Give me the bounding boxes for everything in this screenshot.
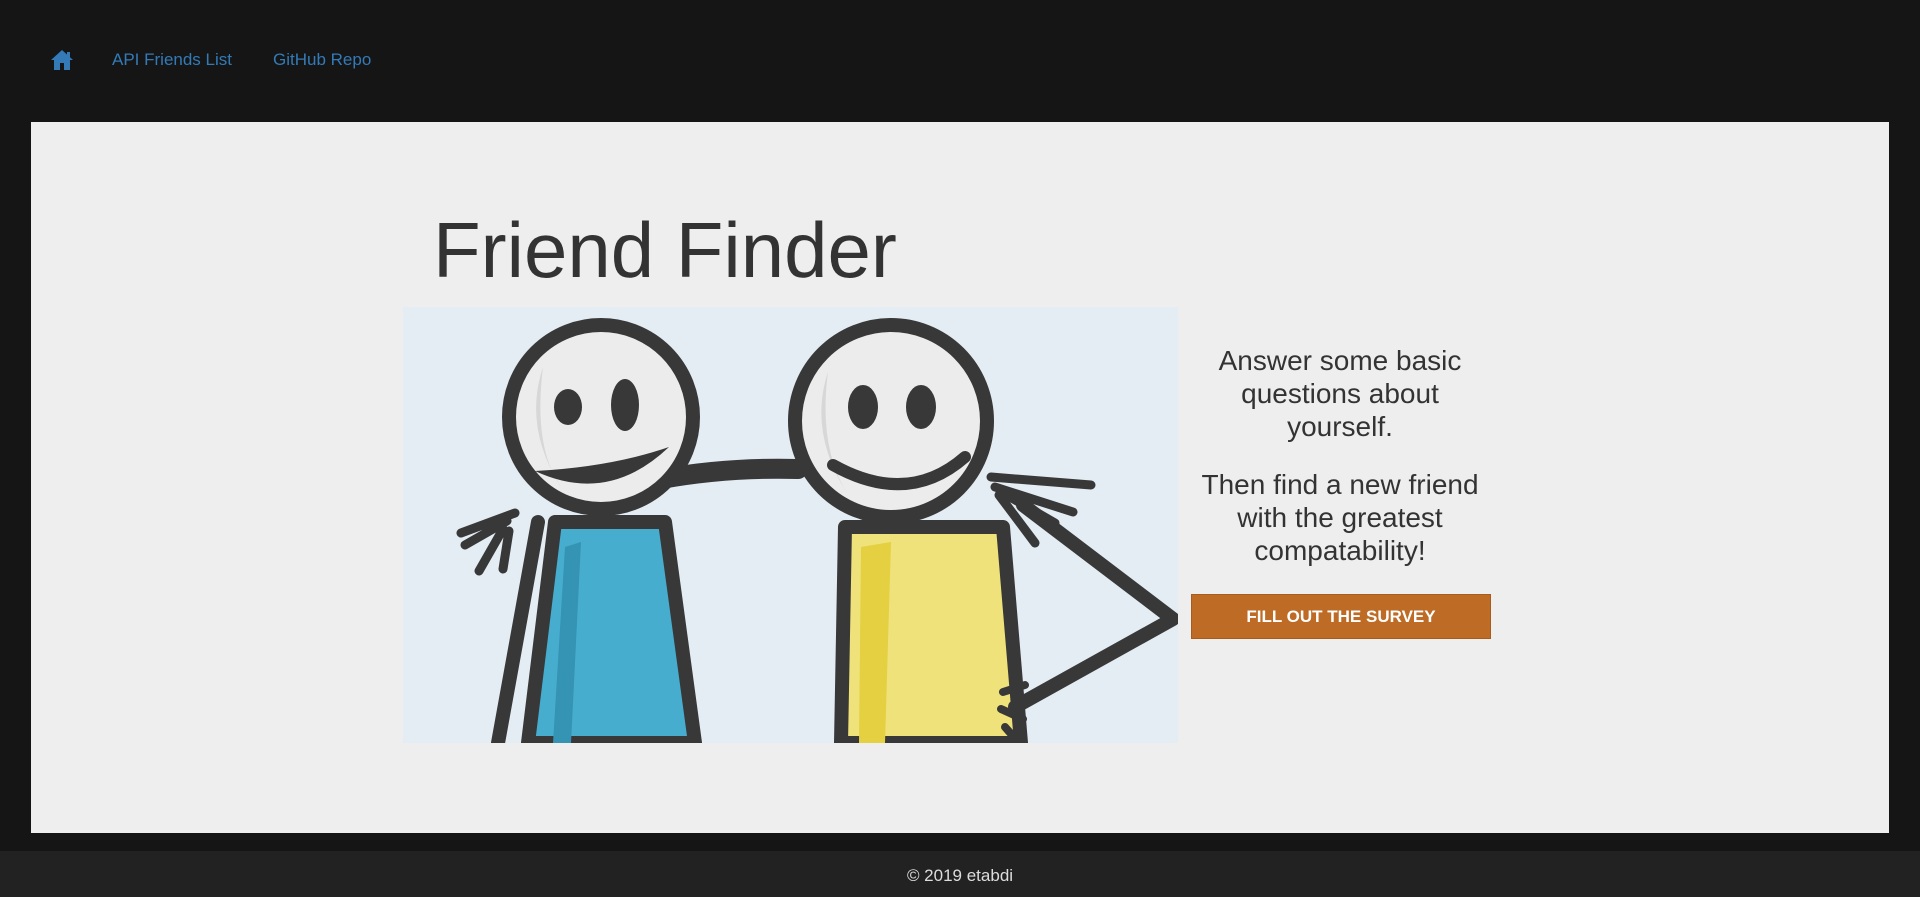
nav-link-api-friends-list[interactable]: API Friends List	[112, 50, 232, 70]
jumbotron: Friend Finder Answer some basic question…	[31, 122, 1889, 833]
navbar: API Friends List GitHub Repo	[0, 0, 1920, 122]
tagline-find-friend: Then find a new friend with the greatest…	[1201, 469, 1479, 566]
home-icon[interactable]	[50, 49, 74, 71]
friends-illustration	[403, 307, 1178, 743]
tagline-answer-questions: Answer some basic questions about yourse…	[1218, 345, 1462, 442]
nav-link-github-repo[interactable]: GitHub Repo	[273, 50, 371, 70]
footer: © 2019 etabdi	[0, 851, 1920, 897]
page-title: Friend Finder	[433, 206, 897, 294]
fill-out-survey-button[interactable]: Fill out the survey	[1191, 594, 1491, 639]
copyright-text: © 2019 etabdi	[906, 866, 1014, 885]
